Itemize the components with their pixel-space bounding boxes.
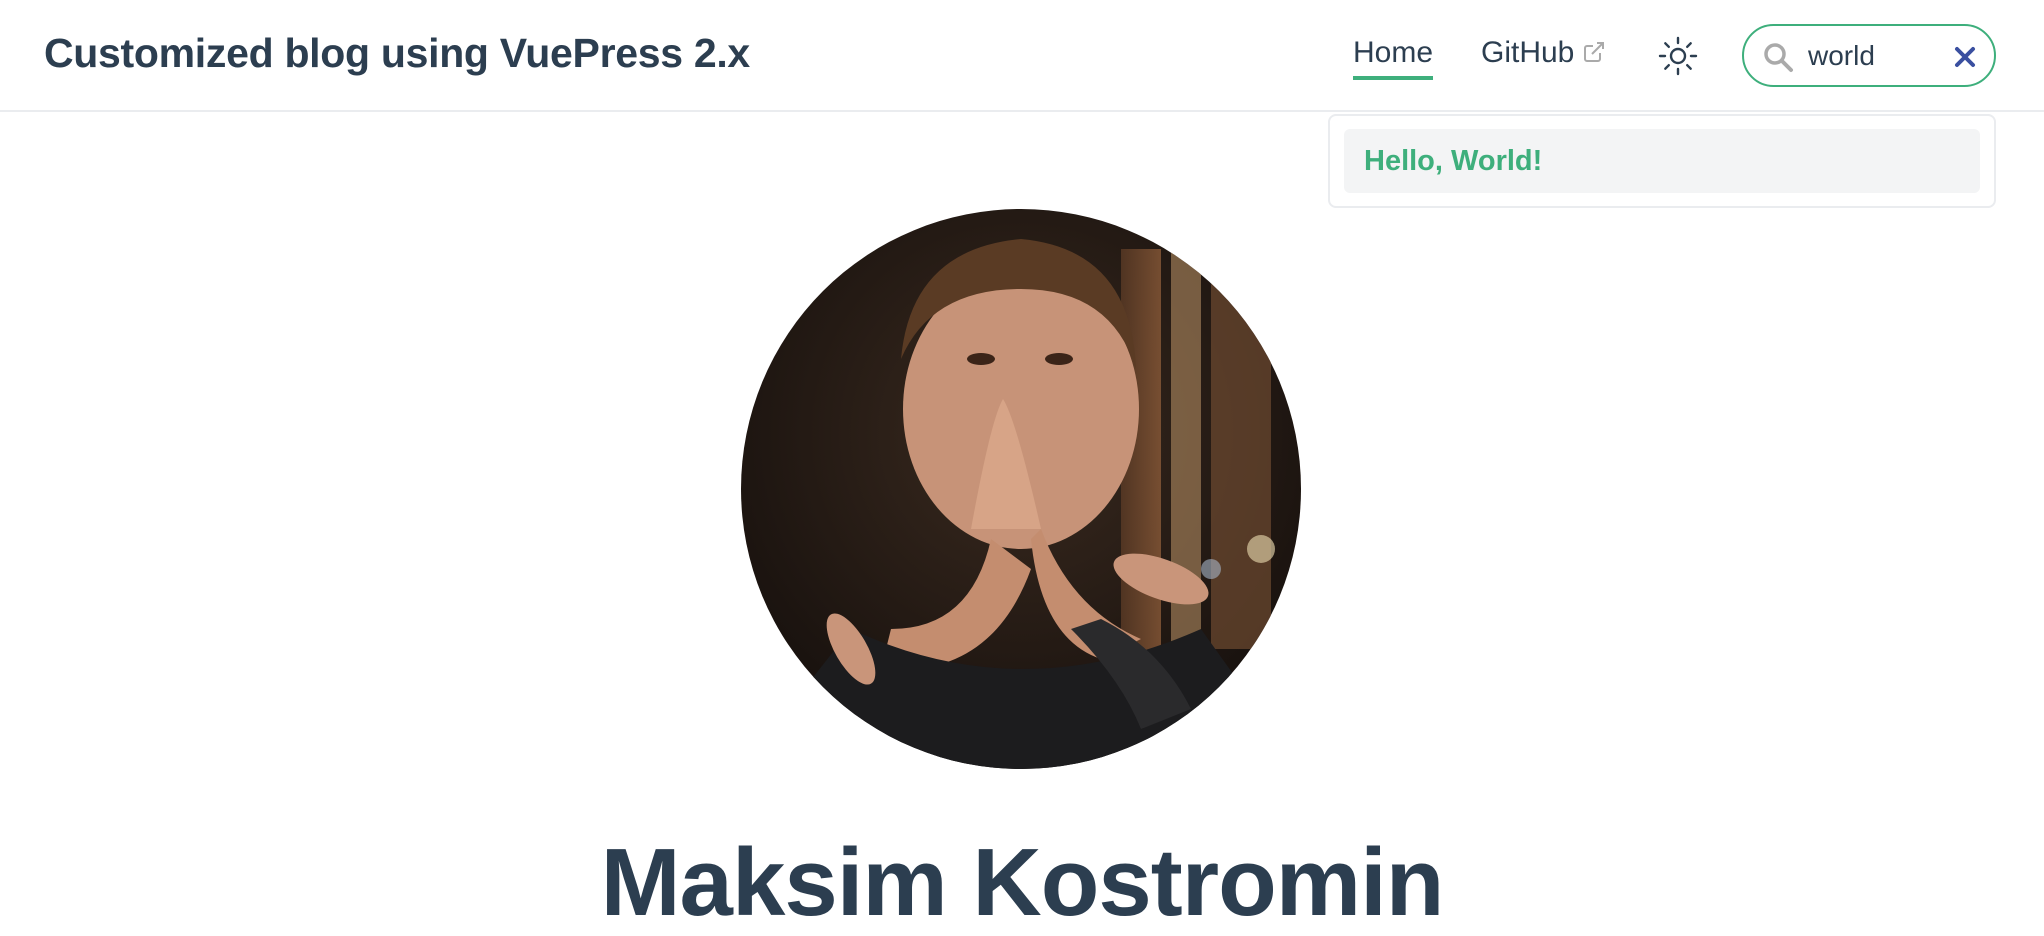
- search-box: [1742, 24, 1996, 87]
- site-title[interactable]: Customized blog using VuePress 2.x: [44, 30, 750, 77]
- navbar: Customized blog using VuePress 2.x Home …: [0, 0, 2044, 112]
- search-icon: [1764, 43, 1793, 72]
- hero-name: Maksim Kostromin: [600, 829, 1445, 936]
- close-icon[interactable]: [1952, 44, 1978, 70]
- nav-link-github-label: GitHub: [1481, 36, 1575, 69]
- nav-link-home-label: Home: [1353, 36, 1434, 69]
- sun-icon: [1658, 36, 1698, 76]
- nav-link-github[interactable]: GitHub: [1481, 36, 1606, 70]
- search-suggestions: Hello, World!: [1328, 114, 1996, 208]
- theme-toggle-button[interactable]: [1658, 36, 1698, 76]
- external-link-icon: [1584, 42, 1605, 62]
- avatar: [741, 209, 1301, 769]
- search-suggestion-item[interactable]: Hello, World!: [1344, 129, 1980, 193]
- nav-link-home[interactable]: Home: [1353, 36, 1434, 80]
- search-input[interactable]: [1808, 36, 1938, 76]
- avatar-photo: [741, 209, 1301, 769]
